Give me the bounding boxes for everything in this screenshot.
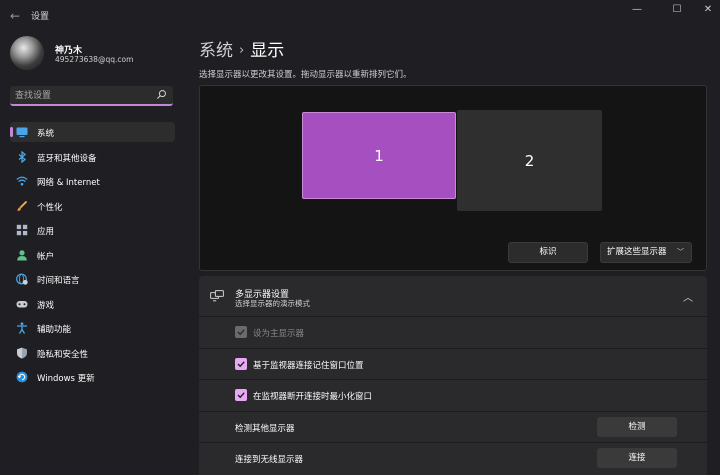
check-icon [237,329,245,336]
display-arrangement-area: 1 2 标识 扩展这些显示器 ﹀ [199,85,707,271]
multiple-displays-subtitle: 选择显示器的演示模式 [235,299,310,308]
app-title: 设置 [31,12,50,22]
multiple-displays-header[interactable]: 多显示器设置 选择显示器的演示模式 ︿ [199,276,707,316]
search-icon[interactable] [156,89,167,100]
setting-row-wireless: 连接到无线显示器 连接 [199,442,707,472]
setting-row-label: 基于监视器连接记住窗口位置 [253,361,364,371]
minimize-button[interactable]: — [626,3,648,17]
wifi-icon [16,176,28,186]
check-icon [237,392,245,399]
detect-button[interactable]: 检测 [597,417,677,437]
user-email: 495273638@qq.com [55,55,134,64]
minimize-icon: — [632,4,642,15]
gamepad-icon [16,300,28,307]
sidebar-item-label: 游戏 [37,300,55,311]
close-icon: ✕ [703,4,713,15]
monitor-number: 1 [374,146,384,165]
sidebar-item-time-language[interactable]: 时间和语言 [10,269,175,289]
globe-clock-icon [16,273,28,285]
chevron-right-icon: › [239,43,245,58]
check-icon [237,361,245,368]
sidebar-item-accessibility[interactable]: 辅助功能 [10,318,175,338]
search-box[interactable] [10,86,173,106]
apps-icon [16,224,28,236]
sidebar-item-personalization[interactable]: 个性化 [10,196,175,216]
display-mode-value: 扩展这些显示器 [607,247,667,257]
multiple-displays-panel: 多显示器设置 选择显示器的演示模式 ︿ 设为主显示器 基于监视器连接记住窗口位置… [199,276,707,475]
maximize-button[interactable]: ☐ [666,3,688,17]
chevron-up-icon[interactable]: ︿ [683,289,693,304]
system-icon [16,127,28,138]
sidebar-item-label: 网络 & Internet [37,178,100,188]
update-icon [16,371,28,383]
account-icon [17,249,27,260]
breadcrumb-parent[interactable]: 系统 [199,41,233,61]
sidebar-item-accounts[interactable]: 帐户 [10,245,175,265]
sidebar-item-apps[interactable]: 应用 [10,220,175,240]
sidebar-item-label: 个性化 [37,202,63,213]
setting-row-label: 连接到无线显示器 [235,455,304,465]
breadcrumb: 系统 › 显示 [199,36,284,61]
monitor-1[interactable]: 1 [302,112,456,199]
sidebar-item-label: 系统 [37,129,55,139]
sidebar-item-label: 帐户 [37,251,55,262]
sidebar-item-privacy[interactable]: 隐私和安全性 [10,343,175,363]
page-title: 显示 [250,41,285,61]
sidebar-item-bluetooth[interactable]: 蓝牙和其他设备 [10,147,175,167]
setting-row-detect: 检测其他显示器 检测 [199,411,707,441]
back-button[interactable]: ← [6,7,24,25]
avatar[interactable] [10,36,44,70]
minimize-windows-checkbox[interactable] [235,389,247,401]
brush-icon [17,200,28,211]
display-mode-select[interactable]: 扩展这些显示器 ﹀ [600,242,692,263]
connect-button[interactable]: 连接 [597,448,677,468]
shield-icon [17,347,27,359]
back-arrow-icon: ← [9,9,21,23]
accessibility-icon [17,322,27,334]
remember-window-position-checkbox[interactable] [235,358,247,370]
settings-window: ← 设置 — ☐ ✕ 神乃木 495273638@qq.com 系统 [0,0,720,475]
sidebar-item-label: 辅助功能 [37,325,72,335]
chevron-down-icon: ﹀ [677,248,684,256]
sidebar-item-network[interactable]: 网络 & Internet [10,171,175,191]
identify-button[interactable]: 标识 [508,242,588,263]
sidebar-item-gaming[interactable]: 游戏 [10,294,175,314]
close-button[interactable]: ✕ [697,3,719,17]
setting-row-label: 在监视器断开连接时最小化窗口 [253,392,373,402]
setting-row-primary: 设为主显示器 [199,316,707,346]
sidebar-item-label: 蓝牙和其他设备 [37,153,97,164]
sidebar-nav: 系统 蓝牙和其他设备 网络 & Internet 个性化 应用 帐户 时间和语言… [10,122,175,392]
bluetooth-icon [18,150,27,163]
sidebar-item-windows-update[interactable]: Windows 更新 [10,367,175,387]
maximize-icon: ☐ [672,4,682,15]
sidebar-item-system[interactable]: 系统 [10,122,175,142]
monitor-number: 2 [524,151,535,170]
setting-row-minimize-on-disconnect: 在监视器断开连接时最小化窗口 [199,379,707,409]
sidebar-item-label: 隐私和安全性 [37,349,89,360]
monitor-2[interactable]: 2 [457,110,602,211]
setting-row-label: 设为主显示器 [253,329,305,339]
title-bar: ← 设置 — ☐ ✕ [0,0,720,32]
primary-display-checkbox [235,326,247,338]
multi-monitor-icon [210,290,224,302]
setting-row-remember-position: 基于监视器连接记住窗口位置 [199,348,707,378]
sidebar-item-label: 应用 [37,227,55,237]
arrange-hint: 选择显示器以更改其设置。拖动显示器以重新排列它们。 [199,70,412,80]
sidebar-item-label: 时间和语言 [37,276,80,286]
sidebar-item-label: Windows 更新 [37,374,95,384]
setting-row-label: 检测其他显示器 [235,424,295,434]
search-input[interactable] [15,89,150,103]
